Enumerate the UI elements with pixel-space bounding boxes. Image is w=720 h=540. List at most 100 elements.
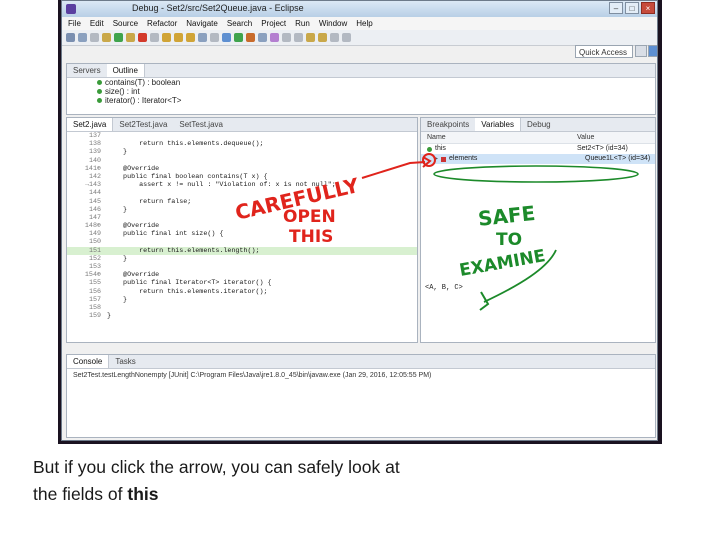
code-line[interactable]: 157 } (67, 296, 417, 304)
menu-run[interactable]: Run (295, 17, 310, 30)
debug-icon[interactable] (222, 33, 231, 42)
code-line[interactable]: 158 (67, 304, 417, 312)
maximize-button[interactable]: □ (625, 2, 639, 14)
public-method-icon (97, 80, 102, 85)
menu-help[interactable]: Help (356, 17, 372, 30)
code-line[interactable]: 153 (67, 263, 417, 271)
menu-search[interactable]: Search (227, 17, 252, 30)
disconnect-icon[interactable] (150, 33, 159, 42)
code-area[interactable]: 137 138 return this.elements.dequeue(); 13… (67, 132, 417, 320)
close-button[interactable]: × (641, 2, 655, 14)
step-over-icon[interactable] (174, 33, 183, 42)
tab-settest-java[interactable]: SetTest.java (173, 118, 229, 131)
resume-icon[interactable] (114, 33, 123, 42)
outline-item[interactable]: contains(T) : boolean (67, 78, 655, 87)
suspend-icon[interactable] (126, 33, 135, 42)
code-line[interactable]: 156 return this.elements.iterator(); (67, 288, 417, 296)
column-name: Name (427, 134, 446, 141)
code-line[interactable]: 137 (67, 132, 417, 140)
code-line[interactable]: 148⊕ @Override (67, 222, 417, 230)
code-editor: Set2.java Set2Test.java SetTest.java 137… (66, 117, 418, 343)
tab-breakpoints[interactable]: Breakpoints (421, 118, 475, 131)
tab-console[interactable]: Console (67, 355, 110, 368)
outline-view: Servers Outline contains(T) : boolean si… (66, 63, 656, 115)
quick-access-field[interactable]: Quick Access (575, 45, 633, 58)
back-icon[interactable] (330, 33, 339, 42)
tab-outline[interactable]: Outline (106, 64, 145, 77)
private-field-icon (441, 156, 447, 162)
search-icon[interactable] (294, 33, 303, 42)
minimize-button[interactable]: – (609, 2, 623, 14)
open-perspective-icon[interactable] (635, 45, 647, 57)
variable-detail-pane: <A, B, C> (425, 284, 463, 292)
skip-breakpoints-icon[interactable] (102, 33, 111, 42)
code-line[interactable]: 138 return this.elements.dequeue(); (67, 140, 417, 148)
tab-servers[interactable]: Servers (67, 64, 107, 77)
code-line[interactable]: 145 return false; (67, 198, 417, 206)
new-java-project-icon[interactable] (258, 33, 267, 42)
caption-line-2: the fields of this (33, 481, 633, 508)
use-step-filters-icon[interactable] (210, 33, 219, 42)
previous-annotation-icon[interactable] (318, 33, 327, 42)
code-line[interactable]: 154⊕ @Override (67, 271, 417, 279)
new-icon[interactable] (66, 33, 75, 42)
debug-perspective-icon[interactable] (648, 45, 657, 57)
outline-item[interactable]: iterator() : Iterator<T> (67, 96, 655, 105)
menu-project[interactable]: Project (261, 17, 286, 30)
variable-row-elements[interactable]: ▸ elements Queue1L<T> (id=34) (421, 154, 655, 164)
code-line[interactable]: 142 public final boolean contains(T x) { (67, 173, 417, 181)
run-icon[interactable] (234, 33, 243, 42)
caption-line-2-prefix: the fields of (33, 484, 128, 504)
tab-set2-java[interactable]: Set2.java (67, 118, 114, 131)
menu-refactor[interactable]: Refactor (147, 17, 177, 30)
code-line[interactable]: →143 assert x != null : "Violation of: x… (67, 181, 417, 189)
eclipse-window: Debug - Set2/src/Set2Queue.java - Eclips… (61, 0, 658, 441)
tab-variables[interactable]: Variables (475, 118, 522, 131)
line-number: 146 (88, 205, 101, 214)
outline-item[interactable]: size() : int (67, 87, 655, 96)
variable-row-this[interactable]: this Set2<T> (id=34) (421, 144, 655, 154)
open-type-icon[interactable] (282, 33, 291, 42)
menu-source[interactable]: Source (113, 17, 138, 30)
variables-header: Name Value (421, 132, 655, 144)
code-line[interactable]: 146 } (67, 206, 417, 214)
code-line[interactable]: 140 (67, 157, 417, 165)
menu-navigate[interactable]: Navigate (186, 17, 218, 30)
code-text: @Override (107, 271, 160, 280)
code-line[interactable]: 141⊕ @Override (67, 165, 417, 173)
console-output: Set2Test.testLengthNonempty [JUnit] C:\P… (73, 372, 432, 379)
save-icon[interactable] (78, 33, 87, 42)
step-return-icon[interactable] (186, 33, 195, 42)
tab-set2test-java[interactable]: Set2Test.java (113, 118, 173, 131)
code-line[interactable]: 139 } (67, 148, 417, 156)
tab-debug[interactable]: Debug (521, 118, 557, 131)
code-line[interactable]: 155 public final Iterator<T> iterator() … (67, 279, 417, 287)
new-class-icon[interactable] (270, 33, 279, 42)
window-controls: – □ × (609, 2, 655, 14)
code-line[interactable]: 159} (67, 312, 417, 320)
tab-tasks[interactable]: Tasks (109, 355, 141, 368)
print-icon[interactable] (90, 33, 99, 42)
code-line[interactable]: 151 return this.elements.length(); (67, 246, 417, 255)
step-into-icon[interactable] (162, 33, 171, 42)
line-number: 144 (88, 189, 101, 198)
drop-to-frame-icon[interactable] (198, 33, 207, 42)
code-line[interactable]: 149 public final int size() { (67, 230, 417, 238)
line-number: 140 (88, 156, 101, 165)
code-line[interactable]: 150 (67, 238, 417, 246)
code-line[interactable]: 152 } (67, 255, 417, 263)
next-annotation-icon[interactable] (306, 33, 315, 42)
code-line[interactable]: 147 (67, 214, 417, 222)
menu-file[interactable]: File (68, 17, 81, 30)
code-line[interactable]: 144 (67, 189, 417, 197)
menu-window[interactable]: Window (319, 17, 347, 30)
code-text: return this.elements.iterator(); (107, 287, 268, 296)
menu-edit[interactable]: Edit (90, 17, 104, 30)
forward-icon[interactable] (342, 33, 351, 42)
terminate-icon[interactable] (138, 33, 147, 42)
outline-item-label: contains(T) : boolean (105, 78, 181, 87)
title-bar: Debug - Set2/src/Set2Queue.java - Eclips… (62, 1, 657, 18)
external-tools-icon[interactable] (246, 33, 255, 42)
outline-tab-row: Servers Outline (67, 64, 655, 78)
expand-arrow-icon[interactable]: ▸ (435, 154, 438, 164)
